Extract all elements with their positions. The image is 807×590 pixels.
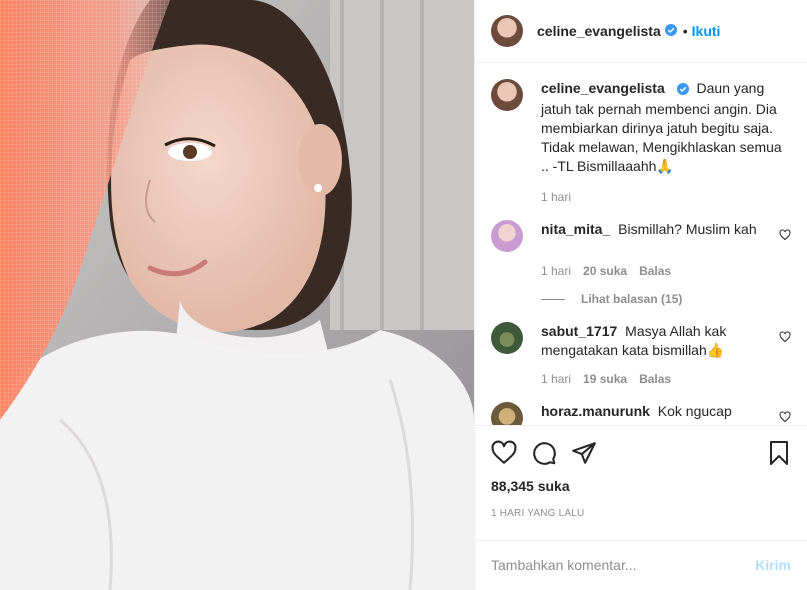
comments-list: celine_evangelista Daun yang jatuh tak p… <box>475 63 807 426</box>
replies-divider <box>541 298 565 300</box>
caption-text-block: celine_evangelista Daun yang jatuh tak p… <box>541 79 791 176</box>
comment-icon[interactable] <box>531 440 557 469</box>
post-actions: 88,345 suka 1 HARI YANG LALU <box>475 425 807 539</box>
bookmark-icon[interactable] <box>767 440 791 469</box>
separator-dot: • <box>682 23 688 40</box>
verified-badge-icon <box>664 23 677 39</box>
comment-like-heart-icon[interactable] <box>779 330 791 346</box>
comment-text: Kok ngucap <box>657 403 732 420</box>
comment-likes[interactable]: 20 suka <box>583 264 627 278</box>
caption-time[interactable]: 1 hari <box>541 190 571 204</box>
action-icons <box>491 434 791 474</box>
post-comment-button[interactable]: Kirim <box>755 557 791 573</box>
commenter-username[interactable]: sabut_1717 <box>541 323 617 339</box>
comment-meta: 1 hari 20 suka Balas <box>491 264 791 278</box>
comment-item: nita_mita_ Bismillah? Muslim kah 1 hari … <box>491 220 791 306</box>
heart-icon[interactable] <box>491 440 517 469</box>
commenter-avatar[interactable] <box>491 322 523 355</box>
comment-item: horaz.manurunk Kok ngucap <box>491 402 791 426</box>
photo-illustration <box>0 0 474 590</box>
caption-meta: 1 hari <box>491 190 791 204</box>
comment-input[interactable] <box>491 557 756 574</box>
comment-time[interactable]: 1 hari <box>541 372 571 386</box>
comment-likes[interactable]: 19 suka <box>583 372 627 386</box>
follow-button[interactable]: Ikuti <box>692 23 721 39</box>
caption-username[interactable]: celine_evangelista <box>541 80 665 96</box>
commenter-username[interactable]: horaz.manurunk <box>541 403 650 419</box>
post-photo[interactable] <box>0 0 474 590</box>
author-username[interactable]: celine_evangelista <box>537 23 661 39</box>
comment-item: sabut_1717 Masya Allah kak mengatakan ka… <box>491 322 791 386</box>
caption-avatar[interactable] <box>491 79 523 112</box>
commenter-avatar[interactable] <box>491 220 523 253</box>
comment-like-heart-icon[interactable] <box>779 228 791 244</box>
verified-badge-icon <box>676 81 689 100</box>
view-replies[interactable]: Lihat balasan (15) <box>491 292 791 306</box>
comment-text-block: sabut_1717 Masya Allah kak mengatakan ka… <box>541 322 769 360</box>
comment-meta: 1 hari 19 suka Balas <box>491 372 791 386</box>
commenter-username[interactable]: nita_mita_ <box>541 221 610 237</box>
comment-reply-button[interactable]: Balas <box>639 372 671 386</box>
comment-reply-button[interactable]: Balas <box>639 264 671 278</box>
author-info: celine_evangelista • Ikuti <box>537 23 720 39</box>
add-comment-bar: Kirim <box>475 539 807 590</box>
comment-text-block: horaz.manurunk Kok ngucap <box>541 402 769 421</box>
paper-plane-icon[interactable] <box>571 440 597 469</box>
comment-text-block: nita_mita_ Bismillah? Muslim kah <box>541 220 769 239</box>
commenter-avatar[interactable] <box>491 402 523 426</box>
comment-text: Bismillah? Muslim kah <box>618 221 757 238</box>
view-replies-label: Lihat balasan (15) <box>581 292 683 307</box>
like-count[interactable]: 88,345 suka <box>491 478 791 494</box>
post-sidebar: celine_evangelista • Ikuti celine_evange… <box>474 0 807 590</box>
comment-time[interactable]: 1 hari <box>541 264 571 278</box>
post-timestamp[interactable]: 1 HARI YANG LALU <box>491 508 791 519</box>
author-avatar[interactable] <box>491 15 523 48</box>
comment-like-heart-icon[interactable] <box>779 410 791 425</box>
instagram-post: celine_evangelista • Ikuti celine_evange… <box>0 0 807 590</box>
post-header: celine_evangelista • Ikuti <box>475 0 807 64</box>
post-caption: celine_evangelista Daun yang jatuh tak p… <box>491 79 791 204</box>
